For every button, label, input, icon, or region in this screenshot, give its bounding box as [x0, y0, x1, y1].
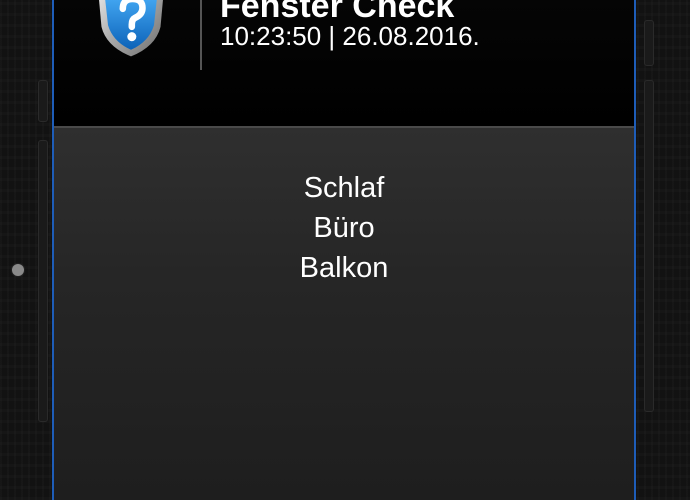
- list-item-schlaf: Schlaf: [303, 172, 385, 204]
- list-item-balkon: Balkon: [299, 252, 389, 284]
- device-bezel: Fenster Check 10:23:50 | 26.08.2016. Sch…: [0, 0, 690, 500]
- app-screen: Fenster Check 10:23:50 | 26.08.2016. Sch…: [52, 0, 636, 500]
- datetime-display: 10:23:50 | 26.08.2016.: [220, 21, 480, 51]
- header-divider: [200, 0, 202, 70]
- side-button-upper-right: [644, 20, 654, 66]
- side-button-left: [38, 140, 48, 422]
- list-item-buero: Büro: [313, 212, 375, 244]
- side-button-right: [644, 80, 654, 412]
- shield-question-icon: [99, 0, 163, 57]
- camera-dot: [12, 264, 24, 276]
- side-button-top: [38, 80, 48, 122]
- app-header: Fenster Check 10:23:50 | 26.08.2016.: [54, 0, 634, 128]
- open-windows-list: Schlaf Büro Balkon: [54, 168, 634, 288]
- content-panel: Schlaf Büro Balkon: [54, 128, 634, 500]
